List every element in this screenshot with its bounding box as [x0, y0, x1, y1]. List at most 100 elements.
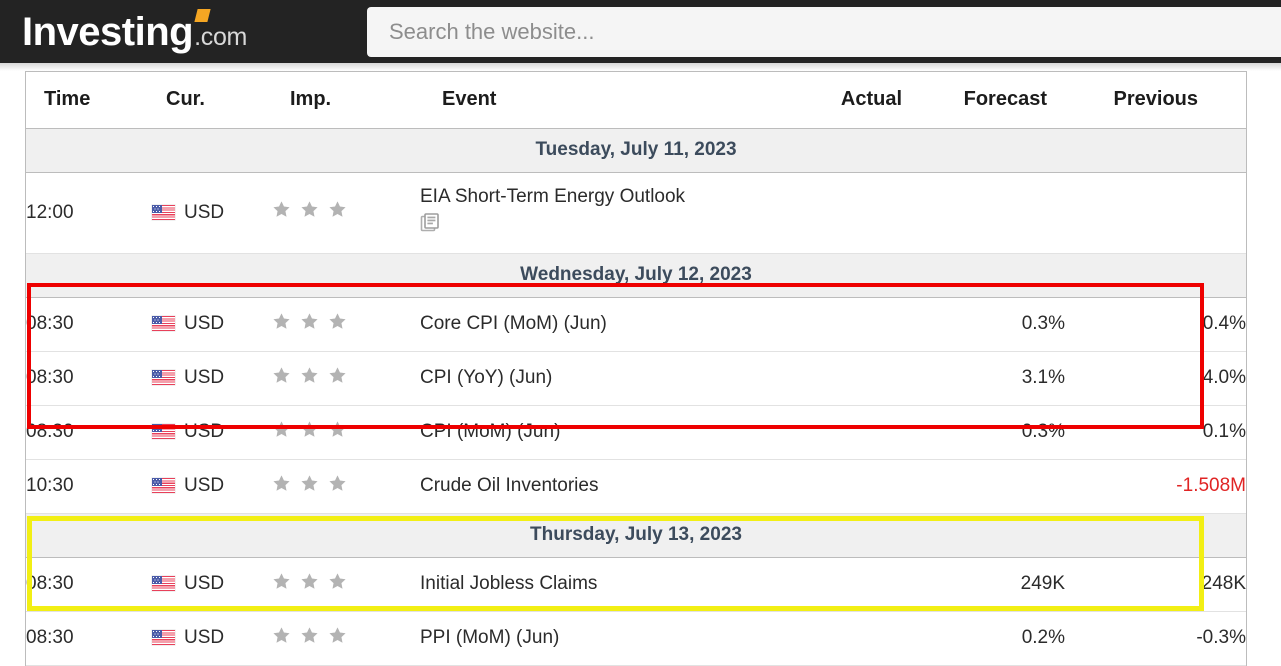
us-flag-icon [152, 424, 175, 440]
event-name[interactable]: EIA Short-Term Energy Outlook [420, 172, 781, 254]
calendar-event-row[interactable]: 08:30 USD Core CPI (MoM) (Jun) 0.3% 0.4% [26, 297, 1246, 352]
event-actual [781, 351, 920, 406]
calendar-event-row[interactable]: 08:30 USD PPI (MoM) (Jun) 0.2% -0.3% [26, 611, 1246, 666]
importance-star-icon [328, 474, 347, 493]
event-forecast [920, 172, 1065, 254]
currency-code: USD [184, 367, 225, 389]
event-importance[interactable] [272, 557, 420, 612]
column-header-previous[interactable]: Previous [1065, 72, 1246, 129]
event-name[interactable]: PPI (MoM) (Jun) [420, 611, 781, 666]
event-previous: 4.0% [1065, 351, 1246, 406]
event-currency: USD [152, 459, 272, 514]
us-flag-icon [152, 204, 175, 220]
us-flag-icon [152, 316, 175, 332]
importance-star-icon [300, 312, 319, 331]
report-document-icon[interactable] [420, 212, 442, 240]
date-group-label: Tuesday, July 11, 2023 [26, 128, 1246, 173]
importance-star-icon [300, 626, 319, 645]
event-importance[interactable] [272, 459, 420, 514]
event-importance[interactable] [272, 297, 420, 352]
calendar-event-row[interactable]: 12:00 USD EIA Short-Term Energy Outlook [26, 172, 1246, 254]
importance-star-icon [328, 312, 347, 331]
us-flag-icon [152, 576, 175, 592]
search-input[interactable] [367, 7, 1281, 57]
column-header-event[interactable]: Event [420, 72, 781, 129]
importance-star-icon [272, 420, 291, 439]
date-group-label: Thursday, July 13, 2023 [26, 512, 1246, 558]
event-name[interactable]: Crude Oil Inventories [420, 459, 781, 514]
event-time: 10:30 [26, 459, 152, 514]
event-forecast: 3.1% [920, 351, 1065, 406]
currency-code: USD [184, 475, 225, 497]
importance-star-icon [300, 474, 319, 493]
event-previous: 0.1% [1065, 405, 1246, 460]
event-name[interactable]: Initial Jobless Claims [420, 557, 781, 612]
event-actual [781, 297, 920, 352]
date-group-label: Wednesday, July 12, 2023 [26, 252, 1246, 298]
event-forecast: 0.2% [920, 611, 1065, 666]
event-actual [781, 611, 920, 666]
importance-star-icon [272, 474, 291, 493]
event-forecast [920, 459, 1065, 514]
event-time: 08:30 [26, 351, 152, 406]
event-currency: USD [152, 405, 272, 460]
currency-code: USD [184, 201, 225, 223]
column-header-time[interactable]: Time [26, 72, 152, 129]
column-header-forecast[interactable]: Forecast [920, 72, 1065, 129]
site-header: Investing .com [0, 0, 1281, 63]
importance-star-icon [328, 572, 347, 591]
logo-tld: .com [194, 22, 248, 51]
event-importance[interactable] [272, 351, 420, 406]
event-previous: 0.4% [1065, 297, 1246, 352]
importance-star-icon [300, 366, 319, 385]
calendar-event-row[interactable]: 08:30 USD CPI (YoY) (Jun) 3.1% 4.0% [26, 351, 1246, 406]
column-header-importance[interactable]: Imp. [272, 72, 420, 129]
importance-star-icon [300, 200, 319, 219]
us-flag-icon [152, 478, 175, 494]
importance-star-icon [328, 200, 347, 219]
importance-star-icon [328, 366, 347, 385]
logo-accent-icon [194, 8, 211, 22]
event-forecast: 249K [920, 557, 1065, 612]
event-importance[interactable] [272, 172, 420, 254]
event-actual [781, 557, 920, 612]
event-time: 08:30 [26, 557, 152, 612]
table-header-row: Time Cur. Imp. Event Actual Forecast Pre… [26, 72, 1246, 129]
currency-code: USD [184, 421, 225, 443]
calendar-event-row[interactable]: 08:30 USD CPI (MoM) (Jun) 0.3% 0.1% [26, 405, 1246, 460]
event-importance[interactable] [272, 611, 420, 666]
column-header-actual[interactable]: Actual [781, 72, 920, 129]
event-importance[interactable] [272, 405, 420, 460]
event-actual [781, 459, 920, 514]
event-time: 08:30 [26, 611, 152, 666]
event-previous: -0.3% [1065, 611, 1246, 666]
column-header-currency[interactable]: Cur. [152, 72, 272, 129]
importance-star-icon [300, 420, 319, 439]
event-previous [1065, 172, 1246, 254]
event-name[interactable]: CPI (MoM) (Jun) [420, 405, 781, 460]
date-group-header: Thursday, July 13, 2023 [26, 512, 1246, 558]
importance-star-icon [272, 366, 291, 385]
currency-code: USD [184, 627, 225, 649]
currency-code: USD [184, 573, 225, 595]
event-name[interactable]: CPI (YoY) (Jun) [420, 351, 781, 406]
calendar-event-row[interactable]: 08:30 USD Initial Jobless Claims 249K 248K [26, 557, 1246, 612]
event-forecast: 0.3% [920, 405, 1065, 460]
logo-wordmark: Investing [22, 9, 194, 54]
event-currency: USD [152, 297, 272, 352]
header-shadow [0, 63, 1281, 71]
investing-com-logo[interactable]: Investing .com [22, 8, 248, 54]
calendar-event-row[interactable]: 10:30 USD Crude Oil Inventories -1.508M [26, 459, 1246, 514]
us-flag-icon [152, 630, 175, 646]
event-currency: USD [152, 557, 272, 612]
importance-star-icon [328, 626, 347, 645]
importance-star-icon [328, 420, 347, 439]
event-time: 08:30 [26, 405, 152, 460]
event-currency: USD [152, 351, 272, 406]
event-name[interactable]: Core CPI (MoM) (Jun) [420, 297, 781, 352]
table-header: Time Cur. Imp. Event Actual Forecast Pre… [26, 72, 1246, 129]
importance-star-icon [300, 572, 319, 591]
event-actual [781, 172, 920, 254]
importance-star-icon [272, 626, 291, 645]
economic-calendar-table: Time Cur. Imp. Event Actual Forecast Pre… [25, 71, 1247, 666]
